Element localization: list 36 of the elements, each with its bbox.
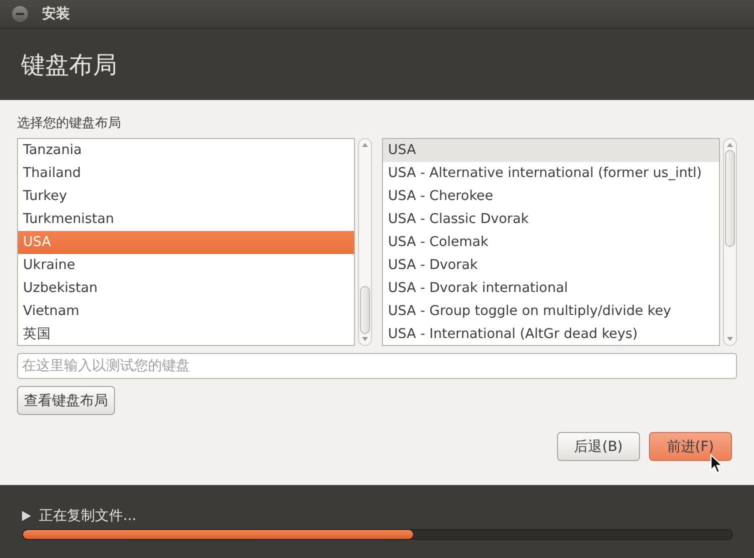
- layout-item[interactable]: Turkey: [18, 185, 354, 208]
- expander-icon[interactable]: [22, 511, 31, 521]
- variant-item[interactable]: USA - Alternative international (former us_intl): [383, 162, 719, 185]
- scrollbar-thumb[interactable]: [360, 286, 370, 334]
- test-input-field[interactable]: 在这里输入以测试您的键盘: [17, 353, 737, 379]
- scroll-up-icon[interactable]: [726, 142, 734, 148]
- layout-item[interactable]: Turkmenistan: [18, 208, 354, 231]
- variant-item[interactable]: USA - Classic Dvorak: [383, 208, 719, 231]
- forward-button[interactable]: 前进(F): [649, 432, 732, 461]
- scroll-up-icon[interactable]: [361, 142, 369, 148]
- minimize-button[interactable]: [12, 6, 28, 22]
- variant-item[interactable]: USA - Dvorak: [383, 254, 719, 277]
- scrollbar-thumb[interactable]: [725, 150, 735, 247]
- scroll-down-icon[interactable]: [361, 336, 369, 342]
- window-title: 安装: [42, 5, 70, 23]
- variant-item[interactable]: USA - International (AltGr dead keys): [383, 323, 719, 345]
- layout-item[interactable]: 英国: [18, 323, 354, 345]
- page-title: 键盘布局: [21, 50, 117, 80]
- layout-item[interactable]: Tanzania: [18, 139, 354, 162]
- mouse-cursor-icon: [710, 454, 723, 474]
- scroll-down-icon[interactable]: [726, 336, 734, 342]
- layout-item[interactable]: Vietnam: [18, 300, 354, 323]
- variant-item[interactable]: USA: [383, 139, 719, 162]
- layout-item[interactable]: Uzbekistan: [18, 277, 354, 300]
- layout-item[interactable]: Thailand: [18, 162, 354, 185]
- layout-label: 选择您的键盘布局: [17, 115, 122, 132]
- variant-item[interactable]: USA - Group toggle on multiply/divide key: [383, 300, 719, 323]
- show-layout-button[interactable]: 查看键盘布局: [17, 386, 115, 415]
- scrollbar[interactable]: [723, 138, 737, 346]
- variant-item[interactable]: USA - Colemak: [383, 231, 719, 254]
- variant-item[interactable]: USA - Dvorak international: [383, 277, 719, 300]
- variant-item[interactable]: USA - Cherokee: [383, 185, 719, 208]
- scrollbar[interactable]: [358, 138, 372, 346]
- progress-label: 正在复制文件...: [39, 507, 136, 525]
- back-button[interactable]: 后退(B): [557, 432, 640, 461]
- layout-item[interactable]: Ukraine: [18, 254, 354, 277]
